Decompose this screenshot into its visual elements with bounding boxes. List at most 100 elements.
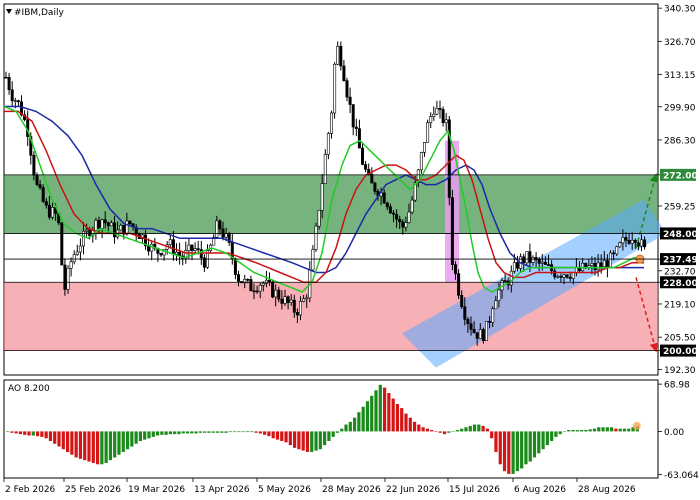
ao-bar [622, 428, 627, 432]
ao-bar [335, 431, 340, 433]
y-tick-label: 313.15 [664, 71, 696, 81]
ao-bar [592, 428, 597, 432]
candle-body [175, 251, 179, 255]
candle-body [258, 284, 262, 292]
ao-bar [442, 431, 447, 435]
ao-bar [365, 401, 370, 432]
candle-body [360, 147, 364, 165]
candle-body [426, 122, 430, 143]
candle-body [147, 245, 151, 252]
candle-body [438, 107, 442, 110]
ao-bar [438, 431, 442, 433]
candle-body [627, 240, 631, 244]
candle-body [277, 289, 281, 300]
candle-body [639, 239, 643, 247]
candle-body [246, 278, 250, 281]
candle-body [540, 261, 544, 264]
candle-body [187, 244, 191, 251]
ao-bar [228, 431, 232, 433]
ao-bar [340, 428, 344, 432]
candle-body [38, 184, 42, 188]
ao-bar [258, 431, 262, 434]
ao-bar [323, 431, 327, 446]
ao-bar [70, 431, 74, 455]
ao-bar [451, 431, 455, 432]
ao-bar [190, 431, 194, 434]
candle-body [196, 248, 200, 250]
ao-bar [447, 431, 451, 433]
candle-body [345, 80, 349, 98]
candle-body [342, 65, 346, 81]
candle-body [388, 206, 392, 214]
candle-body [295, 311, 299, 316]
candle-body [608, 252, 612, 269]
candle-body [113, 222, 117, 238]
candle-body [457, 273, 461, 296]
ao-bar [601, 427, 605, 432]
candle-body [444, 119, 448, 124]
ao-bar [194, 431, 198, 434]
ao-bar [254, 431, 258, 433]
candle-body [271, 281, 275, 298]
x-tick-label: 19 Mar 2026 [128, 485, 185, 495]
candle-body [4, 76, 8, 79]
ao-bar [554, 431, 558, 437]
candle-body [292, 299, 296, 313]
candle-body [543, 261, 547, 265]
level-badge-label: 237.49 [663, 256, 698, 266]
ao-bar [301, 431, 305, 451]
ao-axis: 68.98 0.00 -63.064 [658, 381, 699, 481]
candle-body [119, 225, 123, 231]
ao-bar [267, 431, 271, 437]
ao-bar [61, 431, 65, 450]
candle-body [618, 242, 622, 248]
ao-bar [53, 431, 57, 444]
candle-body [494, 300, 498, 310]
candle-body [218, 220, 222, 230]
candle-body [109, 222, 113, 227]
ao-bar [520, 431, 524, 469]
candle-body [7, 77, 11, 91]
candle-body [599, 262, 603, 267]
candle-body [233, 258, 237, 275]
ao-bar [40, 431, 44, 437]
ibm-daily-chart[interactable]: 340.30 326.70 313.15 299.90 286.30 272.00 259.… [0, 0, 700, 500]
ao-bar [524, 431, 528, 465]
ao-bar [545, 431, 549, 446]
candle-body [407, 211, 411, 223]
candle-body [190, 244, 194, 251]
candle-body [252, 290, 256, 293]
candle-body [472, 329, 476, 333]
candle-body [44, 201, 48, 206]
ao-bar [357, 412, 361, 432]
candle-body [314, 225, 318, 250]
ao-bar [100, 431, 104, 465]
candle-body [435, 107, 439, 115]
candle-body [512, 262, 516, 272]
candle-body [450, 197, 454, 265]
candle-body [422, 142, 426, 153]
ao-bar [331, 431, 335, 437]
candle-body [503, 280, 507, 282]
y-tick-label: 192.30 [664, 366, 696, 376]
ao-bar [477, 424, 481, 432]
candle-body [13, 100, 17, 102]
candle-body [320, 183, 324, 211]
ao-bar [627, 428, 631, 432]
ao-y-tick-label: 68.98 [664, 381, 690, 391]
ao-bar [404, 413, 408, 432]
ao-bar [224, 431, 228, 433]
candle-body [171, 239, 175, 255]
ao-bar [31, 431, 35, 436]
candle-body [643, 239, 647, 248]
ao-bar [305, 431, 310, 452]
ao-bar [108, 431, 113, 461]
ao-bar [143, 431, 147, 440]
candle-body [562, 274, 566, 278]
candle-body [466, 318, 470, 324]
y-tick-label: 340.30 [664, 5, 696, 15]
ao-bar [181, 431, 185, 434]
y-tick-label: 286.30 [664, 136, 696, 146]
candle-body [255, 290, 259, 293]
ao-bar [502, 431, 507, 472]
